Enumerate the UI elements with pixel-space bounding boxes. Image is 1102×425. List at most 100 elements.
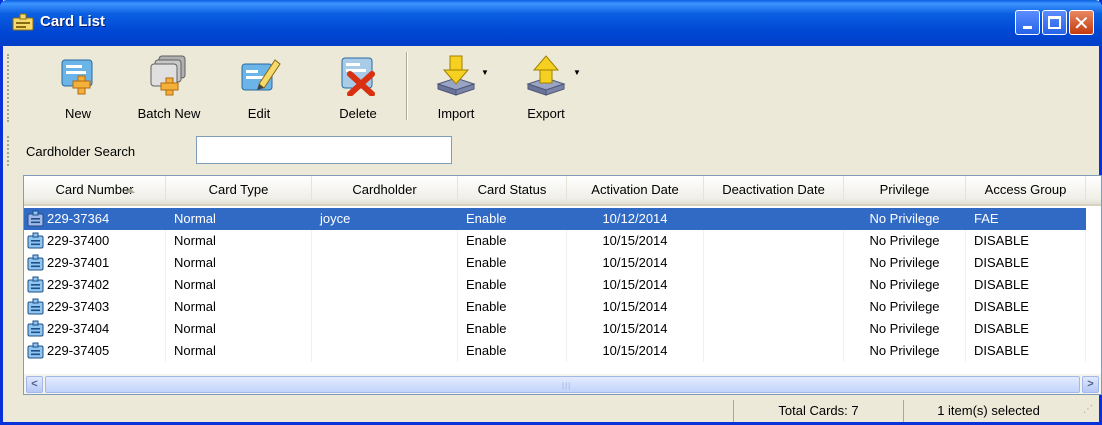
cell-card-number: 229-37364 [24,208,166,230]
table-row[interactable]: 229-37401 Normal Enable 10/15/2014 No Privil… [24,252,1086,274]
cell-status: Enable [458,230,567,252]
resize-grip-icon[interactable]: ⋰ [1083,404,1093,415]
scroll-right-button[interactable]: > [1082,376,1099,393]
import-icon [436,55,476,96]
cell-status: Enable [458,318,567,340]
cell-privilege: No Privilege [844,208,966,230]
cell-access-group: DISABLE [966,318,1086,340]
column-header-card-number[interactable]: Card Number [24,176,166,204]
column-header-privilege[interactable]: Privilege [844,176,966,204]
export-dropdown-icon[interactable]: ▼ [573,68,581,77]
cell-access-group: DISABLE [966,230,1086,252]
import-button-label: Import [437,106,475,121]
column-header-deactivation-date[interactable]: Deactivation Date [704,176,844,204]
title-bar[interactable]: Card List ✕ [0,0,1102,46]
cell-privilege: No Privilege [844,296,966,318]
cell-access-group: FAE [966,208,1086,230]
cell-access-group: DISABLE [966,296,1086,318]
column-header-label: Card Type [208,182,269,197]
table-row[interactable]: 229-37404 Normal Enable 10/15/2014 No Privil… [24,318,1086,340]
table-row[interactable]: 229-37403 Normal Enable 10/15/2014 No Privil… [24,296,1086,318]
minimize-button[interactable] [1015,10,1040,35]
cell-activation: 10/15/2014 [567,340,704,362]
cardholder-search-input[interactable] [196,136,452,164]
cell-card-number: 229-37403 [24,296,166,318]
import-button[interactable]: ▼ Import [423,46,489,130]
table-row[interactable]: 229-37364 Normal joyce Enable 10/12/2014 No P… [24,208,1086,230]
horizontal-scrollbar[interactable]: < ||| > [24,373,1101,394]
table-row[interactable]: 229-37400 Normal Enable 10/15/2014 No Privil… [24,230,1086,252]
column-header-label: Deactivation Date [722,182,825,197]
edit-button[interactable]: Edit [229,46,289,130]
delete-icon [341,57,375,96]
toolbar-grip[interactable] [7,54,10,122]
window-title: Card List [40,13,106,30]
cell-card-number: 229-37404 [24,318,166,340]
cell-cardholder [312,340,458,362]
new-button[interactable]: New [43,46,113,130]
total-cards-status: Total Cards: 7 [733,400,903,422]
cell-cardholder [312,230,458,252]
cell-status: Enable [458,296,567,318]
cell-privilege: No Privilege [844,230,966,252]
cell-card-type: Normal [166,296,312,318]
column-header-label: Privilege [879,182,930,197]
cell-card-type: Normal [166,252,312,274]
batch-new-button-label: Batch New [137,106,201,121]
close-button[interactable]: ✕ [1069,10,1094,35]
batch-new-button[interactable]: Batch New [129,46,209,130]
edit-icon [241,59,281,91]
export-button[interactable]: ▼ Export [511,46,581,130]
scrollbar-thumb[interactable]: ||| [45,376,1080,393]
toolbar: New Batch New Edit Delete ▼ Import ▼ Exp… [3,46,1099,130]
cell-cardholder [312,274,458,296]
export-icon [526,55,566,96]
close-icon: ✕ [1073,11,1090,35]
minimize-icon [1023,26,1032,29]
maximize-icon [1048,16,1061,29]
cell-deactivation [704,318,844,340]
cell-cardholder [312,252,458,274]
column-header-activation-date[interactable]: Activation Date [567,176,704,204]
table-row[interactable]: 229-37402 Normal Enable 10/15/2014 No Privil… [24,274,1086,296]
search-bar-grip[interactable] [7,136,10,166]
scroll-left-button[interactable]: < [26,376,43,393]
cell-activation: 10/15/2014 [567,274,704,296]
table-row[interactable]: 229-37405 Normal Enable 10/15/2014 No Privil… [24,340,1086,362]
new-button-label: New [64,106,91,121]
cell-privilege: No Privilege [844,318,966,340]
column-header-label: Card Number [55,182,134,197]
cell-privilege: No Privilege [844,252,966,274]
column-header-label: Activation Date [591,182,679,197]
maximize-button[interactable] [1042,10,1067,35]
cardholder-search-label: Cardholder Search [26,144,136,159]
card-list-window: Card List ✕ New Batch New Edit Delete ▼ … [0,0,1102,425]
cell-card-number: 229-37402 [24,274,166,296]
cell-deactivation [704,252,844,274]
column-header-card-status[interactable]: Card Status [458,176,567,204]
column-header-cardholder[interactable]: Cardholder [312,176,458,204]
cell-access-group: DISABLE [966,340,1086,362]
toolbar-separator [406,52,408,120]
cell-access-group: DISABLE [966,274,1086,296]
delete-button-label: Delete [339,106,377,121]
sort-ascending-icon [125,188,135,193]
cell-status: Enable [458,252,567,274]
column-header-label: Cardholder [352,182,417,197]
delete-button[interactable]: Delete [323,46,393,130]
column-header-label: Card Status [477,182,547,197]
cell-cardholder [312,318,458,340]
cell-cardholder: joyce [312,208,458,230]
table-header: Card Number Card Type Cardholder Card St… [24,176,1101,206]
column-header-card-type[interactable]: Card Type [166,176,312,204]
scroll-thumb-grip-icon: ||| [562,381,572,390]
cell-deactivation [704,340,844,362]
cell-card-number: 229-37401 [24,252,166,274]
cell-access-group: DISABLE [966,252,1086,274]
import-dropdown-icon[interactable]: ▼ [481,68,489,77]
cell-status: Enable [458,208,567,230]
column-header-access-group[interactable]: Access Group [966,176,1086,204]
search-bar: Cardholder Search [3,132,1099,170]
cell-activation: 10/15/2014 [567,318,704,340]
selected-items-status: 1 item(s) selected [903,400,1073,422]
